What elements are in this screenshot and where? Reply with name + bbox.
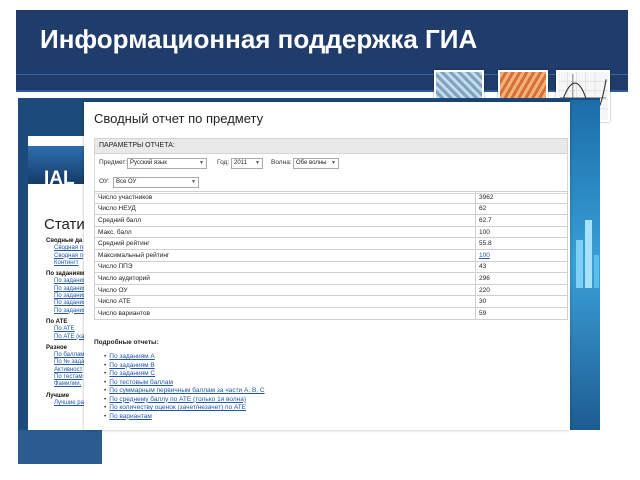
list-item[interactable]: • По заданиям С [104, 370, 265, 379]
filters-panel: Предмет: Русский язык ▼ Год: 2011 ▼ Волн… [94, 154, 568, 194]
bullet-icon: • [104, 353, 107, 360]
year-label: Год: [217, 159, 230, 166]
background-bottom-area [18, 430, 600, 464]
slide-title: Информационная поддержка ГИА [40, 24, 478, 54]
stat-value: 220 [475, 283, 568, 297]
dropdown-arrow-icon: ▼ [255, 160, 260, 166]
school-label: ОУ: [99, 178, 110, 185]
dropdown-arrow-icon: ▼ [331, 160, 336, 166]
report-link[interactable]: По тестовым баллам [109, 379, 173, 386]
dropdown-arrow-icon: ▼ [199, 160, 204, 166]
stat-value: 30 [475, 295, 568, 308]
params-title: ПАРАМЕТРЫ ОТЧЕТА: [99, 142, 175, 149]
bullet-icon: • [104, 378, 107, 386]
table-row: Число вариантов 59 [94, 306, 568, 320]
stat-label: Число НЕУД [94, 202, 476, 216]
report-window: Сводный отчет по предмету ПАРАМЕТРЫ ОТЧЕ… [84, 102, 570, 430]
details-title: Подробные отчеты: [94, 339, 159, 346]
stat-label: Средний рейтинг [94, 237, 476, 250]
report-link[interactable]: По заданиям С [109, 370, 155, 377]
subject-select[interactable]: Русский язык ▼ [127, 158, 207, 169]
report-title: Сводный отчет по предмету [94, 111, 264, 126]
list-item[interactable]: • По вариантам [104, 413, 265, 422]
stats-table: Число участников 3962 Число НЕУД 62 Средний … [94, 191, 568, 320]
bullet-icon: • [104, 412, 107, 420]
dropdown-arrow-icon: ▼ [191, 179, 196, 185]
stat-value-link[interactable]: 100 [475, 248, 568, 262]
stat-value: 100 [475, 225, 568, 239]
stat-label: Число АТЕ [94, 295, 476, 308]
table-row: Число АТЕ 30 [94, 295, 568, 308]
list-item[interactable]: • По заданиям В [104, 362, 265, 371]
table-row: Максимальный рейтинг 100 [94, 248, 568, 262]
params-header: ПАРАМЕТРЫ ОТЧЕТА: [94, 138, 568, 154]
list-item[interactable]: • По среднему баллу по АТЕ (только 1я вол… [104, 396, 265, 405]
bullet-icon: • [104, 370, 107, 377]
table-row: Число ОУ 220 [94, 283, 568, 297]
report-link[interactable]: По вариантам [109, 413, 152, 420]
details-list: • По заданиям А • По заданиям В • По заданиям… [104, 353, 265, 421]
3d-bars-image [576, 220, 599, 288]
table-row: Число аудиторий 296 [94, 272, 568, 285]
table-row: Макс. балл 100 [94, 225, 568, 239]
stat-label: Число аудиторий [94, 272, 476, 285]
report-link[interactable]: По количеству оценок (зачет/незачет) по … [109, 404, 246, 411]
list-item[interactable]: • По тестовым баллам [104, 379, 265, 388]
list-item[interactable]: • По количеству оценок (зачет/незачет) по… [104, 404, 265, 413]
bullet-icon: • [104, 387, 107, 394]
subject-value: Русский язык [130, 160, 167, 166]
stat-value: 43 [475, 260, 568, 274]
stat-value: 62 [475, 202, 568, 216]
bullet-icon: • [104, 404, 107, 411]
list-item[interactable]: • По заданиям А [104, 353, 265, 362]
list-item[interactable]: • По суммарным первичным баллам за части … [104, 387, 265, 396]
stat-label: Максимальный рейтинг [94, 248, 476, 262]
stat-label: Число вариантов [94, 306, 476, 320]
report-link[interactable]: По среднему баллу по АТЕ (только 1я волн… [109, 396, 246, 403]
report-link[interactable]: По суммарным первичным баллам за части А… [109, 387, 264, 394]
report-link[interactable]: По заданиям В [109, 362, 154, 369]
stat-label: Средний балл [94, 214, 476, 227]
year-select[interactable]: 2011 ▼ [231, 158, 263, 169]
report-link[interactable]: По заданиям А [109, 353, 154, 360]
bullet-icon: • [104, 395, 107, 403]
year-value: 2011 [234, 160, 247, 166]
table-row: Число ППЭ 43 [94, 260, 568, 274]
background-logo: IAL [44, 168, 75, 189]
table-row: Средний балл 62.7 [94, 214, 568, 227]
stat-value: 3962 [475, 191, 568, 204]
stat-value: 296 [475, 272, 568, 285]
table-row: Средний рейтинг 55.8 [94, 237, 568, 250]
wave-label: Волна: [271, 159, 292, 166]
subject-label: Предмет: [99, 159, 128, 166]
bullet-icon: • [104, 361, 107, 369]
table-row: Число участников 3962 [94, 191, 568, 204]
table-row: Число НЕУД 62 [94, 202, 568, 216]
wave-select[interactable]: Обе волны ▼ [293, 158, 339, 169]
school-select[interactable]: Все ОУ ▼ [113, 177, 199, 188]
stat-label: Число ОУ [94, 283, 476, 297]
stat-value: 55.8 [475, 237, 568, 250]
stat-label: Число участников [94, 191, 476, 204]
school-value: Все ОУ [116, 179, 137, 185]
background-bottom-left [18, 430, 102, 464]
stat-label: Макс. балл [94, 225, 476, 239]
wave-value: Обе волны [296, 160, 327, 166]
stat-label: Число ППЭ [94, 260, 476, 274]
stat-value: 59 [475, 306, 568, 320]
stat-value: 62.7 [475, 214, 568, 227]
